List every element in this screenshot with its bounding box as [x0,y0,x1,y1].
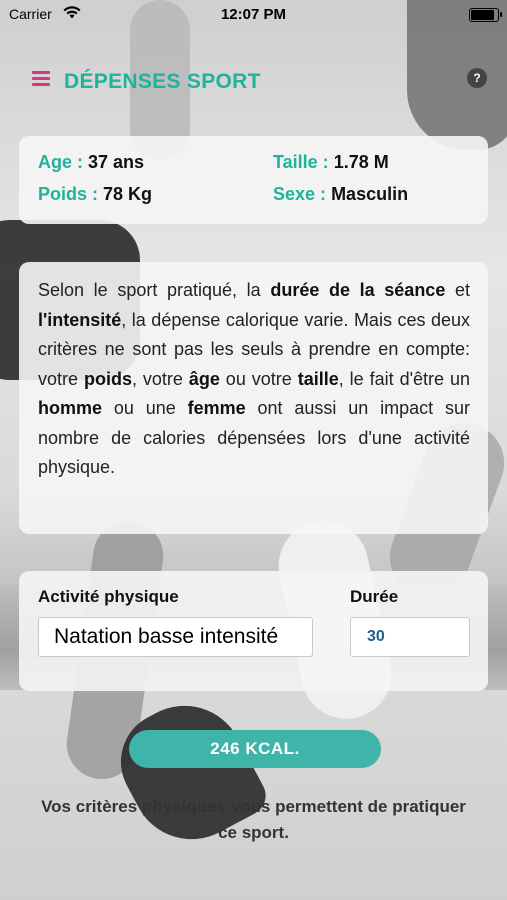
app-header: DÉPENSES SPORT ? [0,62,507,102]
duration-input[interactable]: 30 [350,617,470,657]
status-bar: Carrier 12:07 PM [0,0,507,28]
battery-icon [469,8,502,22]
status-time: 12:07 PM [220,6,287,23]
activity-form: Activité physique Durée Natation basse i… [19,571,488,691]
calories-result-button[interactable]: 246 KCAL. [129,730,381,768]
weight-value: 78 Kg [103,184,153,204]
height-value: 1.78 M [333,152,389,172]
info-card: Selon le sport pratiqué, la durée de la … [19,262,488,534]
duration-label: Durée [350,587,399,606]
age-label: Age : [38,152,83,172]
info-paragraph: Selon le sport pratiqué, la durée de la … [38,280,470,477]
height-row: Taille : 1.78 M [273,152,389,173]
age-row: Age : 37 ans [38,152,144,173]
eligibility-note: Vos critères physiques vous permettent d… [41,797,466,842]
page-title: DÉPENSES SPORT [64,70,261,93]
age-value: 37 ans [88,152,145,172]
sex-row: Sexe : Masculin [273,184,408,205]
height-label: Taille : [273,152,329,172]
help-icon[interactable]: ? [467,68,487,88]
weight-row: Poids : 78 Kg [38,184,152,205]
activity-select[interactable]: Natation basse intensité [38,617,313,657]
sex-value: Masculin [331,184,409,204]
profile-card: Age : 37 ans Taille : 1.78 M Poids : 78 … [19,136,488,224]
sex-label: Sexe : [273,184,327,204]
activity-label: Activité physique [38,587,179,606]
hamburger-menu-icon[interactable] [32,71,50,87]
weight-label: Poids : [38,184,99,204]
